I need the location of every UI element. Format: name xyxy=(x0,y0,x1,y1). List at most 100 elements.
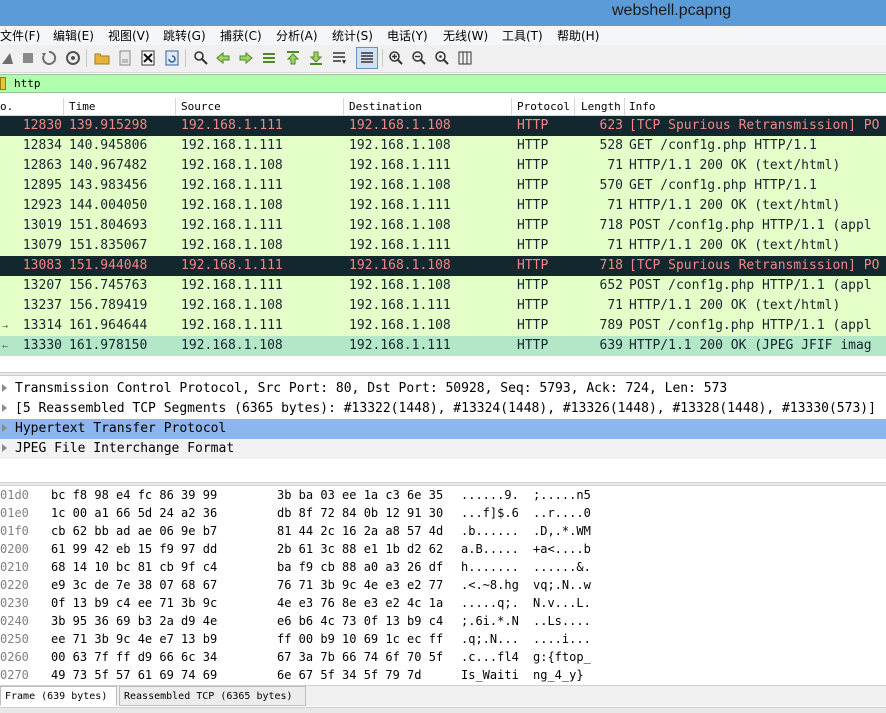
packet-row[interactable]: → 13314 161.964644 192.168.1.111 192.168.1.1… xyxy=(0,316,886,336)
capture-options-icon[interactable] xyxy=(65,50,81,66)
packet-row[interactable]: 12895 143.983456 192.168.1.111 192.168.1.10… xyxy=(0,176,886,196)
column-header-destination[interactable]: Destination xyxy=(349,100,422,114)
open-file-icon[interactable] xyxy=(94,50,110,66)
reload-file-icon[interactable] xyxy=(164,50,180,66)
menu-statistics[interactable]: 统计(S) xyxy=(332,27,373,44)
ascii-bytes-high: ..r....0 xyxy=(533,506,591,520)
find-packet-icon[interactable] xyxy=(193,50,209,66)
menu-tools[interactable]: 工具(T) xyxy=(502,27,543,44)
expand-arrow-icon[interactable] xyxy=(2,404,7,412)
column-header-info[interactable]: Info xyxy=(629,100,656,114)
bytes-row[interactable]: 01e0 1c 00 a1 66 5d 24 a2 36 db 8f 72 84 0… xyxy=(0,505,886,523)
ascii-bytes-high: ..Ls.... xyxy=(533,614,591,628)
hex-bytes-low: ee 71 3b 9c 4e e7 13 b9 xyxy=(51,632,218,646)
bytes-row[interactable]: 01d0 bc f8 98 e4 fc 86 39 99 3b ba 03 ee 1… xyxy=(0,487,886,505)
packet-length: 652 xyxy=(599,278,623,293)
menu-view[interactable]: 视图(V) xyxy=(108,27,150,44)
column-divider[interactable] xyxy=(63,98,64,115)
auto-scroll-icon[interactable] xyxy=(331,50,347,66)
tab-frame[interactable]: Frame (639 bytes) xyxy=(0,686,117,706)
menu-go[interactable]: 跳转(G) xyxy=(163,27,206,44)
go-last-icon[interactable] xyxy=(308,50,324,66)
menu-capture[interactable]: 捕获(C) xyxy=(220,27,262,44)
column-divider[interactable] xyxy=(624,98,625,115)
detail-tree-item[interactable]: Transmission Control Protocol, Src Port:… xyxy=(0,379,886,399)
menu-analyze[interactable]: 分析(A) xyxy=(276,27,318,44)
packet-row[interactable]: 12834 140.945806 192.168.1.111 192.168.1.10… xyxy=(0,136,886,156)
packet-row[interactable]: 13207 156.745763 192.168.1.111 192.168.1.10… xyxy=(0,276,886,296)
packet-row[interactable]: 12830 139.915298 192.168.1.111 192.168.1.10… xyxy=(0,116,886,136)
column-header-length[interactable]: Length xyxy=(581,100,621,114)
display-filter-input[interactable]: http xyxy=(0,74,886,93)
column-divider[interactable] xyxy=(175,98,176,115)
column-divider[interactable] xyxy=(511,98,512,115)
column-header-time[interactable]: Time xyxy=(69,100,96,114)
hex-bytes-high: 81 44 2c 16 2a a8 57 4d xyxy=(277,524,444,538)
packet-row[interactable]: 12863 140.967482 192.168.1.108 192.168.1.11… xyxy=(0,156,886,176)
column-divider[interactable] xyxy=(343,98,344,115)
bytes-row[interactable]: 0240 3b 95 36 69 b3 2a d9 4e e6 b6 4c 73 0… xyxy=(0,613,886,631)
zoom-out-icon[interactable] xyxy=(411,50,427,66)
bytes-row[interactable]: 0220 e9 3c de 7e 38 07 68 67 76 71 3b 9c 4… xyxy=(0,577,886,595)
bytes-row[interactable]: 0270 49 73 5f 57 61 69 74 69 6e 67 5f 34 5… xyxy=(0,667,886,685)
tab-reassembled-tcp[interactable]: Reassembled TCP (6365 bytes) xyxy=(119,686,306,706)
packet-length: 71 xyxy=(607,238,623,253)
zoom-in-icon[interactable] xyxy=(388,50,404,66)
restart-capture-icon[interactable] xyxy=(41,50,57,66)
packet-time: 161.964644 xyxy=(69,318,148,333)
bytes-row[interactable]: 01f0 cb 62 bb ad ae 06 9e b7 81 44 2c 16 2… xyxy=(0,523,886,541)
pane-splitter[interactable] xyxy=(0,372,886,376)
ascii-bytes-low: ......9. xyxy=(461,488,519,502)
zoom-normal-icon[interactable] xyxy=(434,50,450,66)
expand-arrow-icon[interactable] xyxy=(2,444,7,452)
hex-bytes-high: 76 71 3b 9c 4e e3 e2 77 xyxy=(277,578,444,592)
packet-row[interactable]: 13237 156.789419 192.168.1.108 192.168.1.11… xyxy=(0,296,886,316)
packet-row[interactable]: 13083 151.944048 192.168.1.111 192.168.1.10… xyxy=(0,256,886,276)
menu-telephony[interactable]: 电话(Y) xyxy=(387,27,428,44)
packet-row[interactable]: 13019 151.804693 192.168.1.111 192.168.1.10… xyxy=(0,216,886,236)
colorize-icon[interactable] xyxy=(359,50,375,66)
save-file-icon[interactable] xyxy=(117,50,133,66)
packet-protocol: HTTP xyxy=(517,158,549,173)
go-first-icon[interactable] xyxy=(285,50,301,66)
byte-offset: 01d0 xyxy=(0,488,29,502)
go-forward-icon[interactable] xyxy=(238,50,254,66)
go-back-icon[interactable] xyxy=(215,50,231,66)
expand-arrow-icon[interactable] xyxy=(2,384,7,392)
column-header-no[interactable]: o. xyxy=(0,100,13,114)
packet-row[interactable]: 13079 151.835067 192.168.1.108 192.168.1.11… xyxy=(0,236,886,256)
bytes-row[interactable]: 0230 0f 13 b9 c4 ee 71 3b 9c 4e e3 76 8e e… xyxy=(0,595,886,613)
shark-fin-icon[interactable] xyxy=(0,50,16,66)
hex-bytes-low: 68 14 10 bc 81 cb 9f c4 xyxy=(51,560,218,574)
column-header-protocol[interactable]: Protocol xyxy=(517,100,570,114)
menu-wireless[interactable]: 无线(W) xyxy=(443,27,488,44)
bytes-row[interactable]: 0260 00 63 7f ff d9 66 6c 34 67 3a 7b 66 7… xyxy=(0,649,886,667)
detail-tree-item[interactable]: [5 Reassembled TCP Segments (6365 bytes)… xyxy=(0,399,886,419)
hex-bytes-low: bc f8 98 e4 fc 86 39 99 xyxy=(51,488,218,502)
bytes-row[interactable]: 0210 68 14 10 bc 81 cb 9f c4 ba f9 cb 88 a… xyxy=(0,559,886,577)
bookmark-icon[interactable] xyxy=(0,77,6,90)
packet-info: HTTP/1.1 200 OK (JPEG JFIF imag xyxy=(629,338,872,353)
packet-row[interactable]: ← 13330 161.978150 192.168.1.108 192.168.1.1… xyxy=(0,336,886,356)
packet-row[interactable]: 12923 144.004050 192.168.1.108 192.168.1.11… xyxy=(0,196,886,216)
display-filter-text[interactable]: http xyxy=(14,77,41,90)
packet-destination: 192.168.1.108 xyxy=(349,118,451,133)
column-header-source[interactable]: Source xyxy=(181,100,221,114)
resize-columns-icon[interactable] xyxy=(457,50,473,66)
menu-help[interactable]: 帮助(H) xyxy=(557,27,599,44)
close-file-icon[interactable] xyxy=(140,50,156,66)
detail-tree-item[interactable]: Hypertext Transfer Protocol xyxy=(0,419,886,439)
bytes-row[interactable]: 0250 ee 71 3b 9c 4e e7 13 b9 ff 00 b9 10 6… xyxy=(0,631,886,649)
hex-bytes-low: 0f 13 b9 c4 ee 71 3b 9c xyxy=(51,596,218,610)
stop-capture-icon[interactable] xyxy=(20,50,36,66)
packet-info: [TCP Spurious Retransmission] PO xyxy=(629,118,880,133)
column-divider[interactable] xyxy=(574,98,575,115)
menu-edit[interactable]: 编辑(E) xyxy=(53,27,94,44)
go-to-packet-icon[interactable] xyxy=(261,50,277,66)
detail-tree-item[interactable]: JPEG File Interchange Format xyxy=(0,439,886,459)
menu-file[interactable]: 文件(F) xyxy=(0,27,40,44)
bytes-row[interactable]: 0200 61 99 42 eb 15 f9 97 dd 2b 61 3c 88 e… xyxy=(0,541,886,559)
packet-source: 192.168.1.108 xyxy=(181,238,283,253)
hex-bytes-low: 49 73 5f 57 61 69 74 69 xyxy=(51,668,218,682)
expand-arrow-icon[interactable] xyxy=(2,424,7,432)
